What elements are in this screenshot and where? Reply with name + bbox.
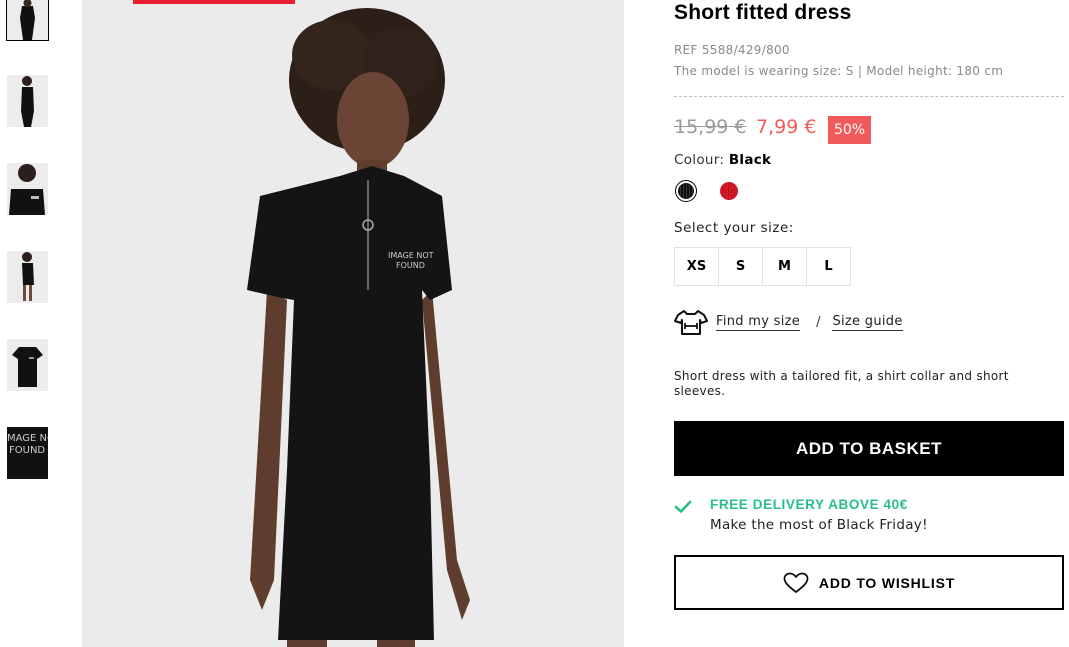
size-m-button[interactable]: M [762, 247, 807, 286]
size-label: Select your size: [674, 220, 794, 236]
add-to-wishlist-button[interactable]: ADD TO WISHLIST [674, 555, 1064, 610]
svg-text:FOUND: FOUND [396, 261, 425, 270]
t-shirt-measure-icon [674, 310, 708, 335]
thumbnail-5[interactable] [7, 339, 48, 391]
product-description: Short dress with a tailored fit, a shirt… [674, 369, 1009, 398]
svg-text:FOUND: FOUND [9, 445, 45, 456]
old-price: 15,99 € [674, 116, 747, 138]
thumbnail-2[interactable] [7, 75, 48, 127]
svg-text:IMAGE NOT: IMAGE NOT [388, 251, 434, 260]
delivery-promo-text: Make the most of Black Friday! [710, 517, 928, 533]
sale-price: 7,99 € [756, 116, 817, 138]
link-separator: / [816, 314, 821, 330]
free-delivery-title: FREE DELIVERY ABOVE 40€ [710, 497, 908, 512]
product-title: Short fitted dress [674, 1, 852, 24]
size-guide-link[interactable]: Size guide [832, 314, 903, 331]
check-icon [674, 500, 692, 513]
size-s-button[interactable]: S [718, 247, 763, 286]
colour-label: Colour: Black [674, 152, 771, 168]
colour-swatch-red[interactable] [720, 182, 738, 200]
size-help-row: Find my size / Size guide [674, 308, 903, 336]
colour-value: Black [728, 152, 772, 168]
product-reference: REF 5588/429/800 [674, 43, 790, 57]
wishlist-label: ADD TO WISHLIST [818, 574, 956, 591]
size-xs-button[interactable]: XS [674, 247, 719, 286]
heart-icon [783, 572, 809, 593]
size-l-button[interactable]: L [806, 247, 851, 286]
add-to-basket-button[interactable]: ADD TO BASKET [674, 421, 1064, 476]
model-photo: IMAGE NOT FOUND [82, 0, 624, 647]
size-selector: XS S M L [674, 247, 851, 286]
model-info: The model is wearing size: S | Model hei… [674, 64, 1004, 78]
discount-badge: 50% [828, 116, 871, 144]
colour-swatch-black[interactable] [675, 180, 697, 202]
main-product-image[interactable]: IMAGE NOT FOUND [82, 0, 624, 647]
thumbnail-6[interactable]: IMAGE NOT FOUNDFOUND [7, 427, 48, 479]
accent-strip [133, 0, 295, 4]
find-my-size-link[interactable]: Find my size [716, 314, 801, 331]
thumbnail-1[interactable] [6, 0, 49, 41]
svg-text:IMAGE NOT FOUND: IMAGE NOT FOUND [7, 433, 48, 444]
colour-label-text: Colour: [674, 152, 725, 168]
divider [674, 96, 1064, 97]
thumbnail-3[interactable] [7, 163, 48, 215]
thumbnail-4[interactable] [7, 251, 48, 303]
